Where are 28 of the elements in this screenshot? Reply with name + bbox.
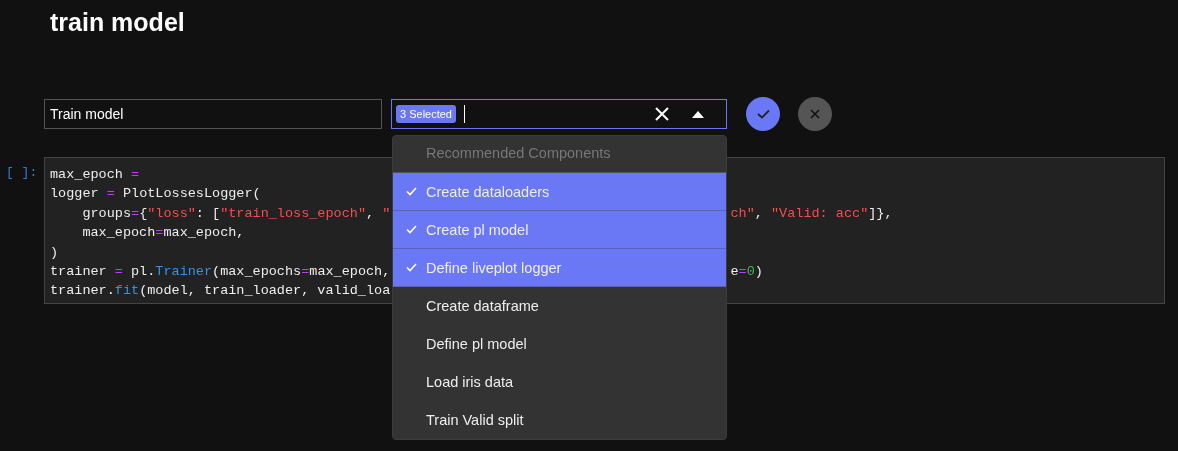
check-icon [406, 263, 417, 272]
name-input-field[interactable]: Train model [44, 99, 382, 129]
code-text: max_epoch=max_epoch, [81, 225, 245, 241]
dropdown-option[interactable]: Create dataframe [393, 287, 726, 325]
check-icon [756, 109, 770, 119]
confirm-button[interactable] [746, 97, 780, 131]
code-text: groups={"loss": ["train_loss_epoch", " [81, 205, 391, 221]
code-text: e=0) [730, 262, 763, 281]
code-text: ch", "Valid: acc"]}, [730, 204, 893, 223]
clear-icon[interactable] [655, 107, 669, 121]
dropdown-option[interactable]: Load iris data [393, 363, 726, 401]
code-text: logger = PlotLossesLogger( [50, 186, 261, 202]
dropdown-option[interactable]: Train Valid split [393, 401, 726, 439]
cancel-button[interactable] [798, 97, 832, 131]
code-text: trainer = pl.Trainer(max_epochs=max_epoch, [50, 263, 391, 279]
component-multiselect[interactable]: 3 Selected [391, 99, 727, 129]
caret-up-icon[interactable] [692, 110, 704, 118]
dropdown-option[interactable]: Define pl model [393, 325, 726, 363]
close-icon [810, 109, 820, 119]
selected-count-badge: 3 Selected [396, 105, 456, 123]
code-text: trainer.fit(model, train_loader, valid_loa [50, 283, 391, 299]
check-icon [406, 225, 417, 234]
text-cursor [464, 105, 465, 123]
cell-prompt: [ ]: [5, 164, 39, 182]
page-title: train model [50, 7, 186, 38]
check-icon [406, 187, 417, 196]
code-text: ) [50, 244, 59, 260]
code-text: max_epoch = [50, 167, 140, 182]
